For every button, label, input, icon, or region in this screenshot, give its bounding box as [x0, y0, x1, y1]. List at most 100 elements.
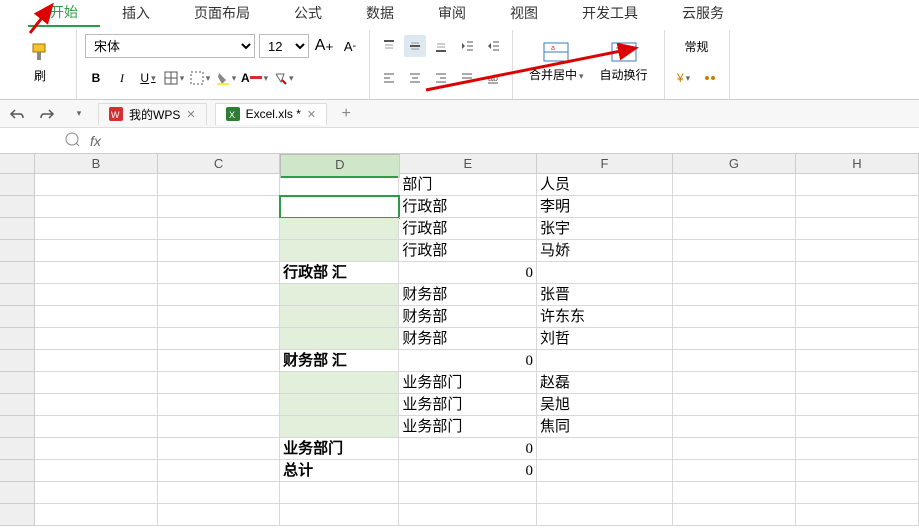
cell[interactable]: 业务部门 — [399, 416, 537, 438]
row-header[interactable] — [0, 416, 35, 438]
cell[interactable] — [673, 416, 796, 438]
cell[interactable]: 业务部门 — [280, 438, 399, 460]
cell[interactable] — [537, 350, 673, 372]
cell[interactable] — [673, 262, 796, 284]
cell[interactable] — [537, 504, 673, 526]
border-button[interactable]: ▾ — [163, 67, 185, 89]
cell[interactable] — [158, 394, 280, 416]
cell[interactable]: 许东东 — [537, 306, 673, 328]
column-header-F[interactable]: F — [537, 154, 673, 173]
cell[interactable] — [399, 482, 537, 504]
cell[interactable] — [280, 240, 399, 262]
menu-tab-0[interactable]: 开始 — [28, 0, 100, 27]
cell[interactable] — [673, 284, 796, 306]
close-icon[interactable]: ✕ — [186, 108, 195, 121]
cell[interactable] — [796, 328, 919, 350]
justify-button[interactable] — [456, 67, 478, 89]
cell[interactable] — [158, 196, 280, 218]
currency-button[interactable]: ¥▾ — [673, 67, 695, 89]
cell[interactable] — [673, 438, 796, 460]
increase-indent-button[interactable] — [482, 35, 504, 57]
cell[interactable] — [796, 218, 919, 240]
column-header-C[interactable]: C — [158, 154, 280, 173]
cell[interactable]: 赵磊 — [537, 372, 673, 394]
cell[interactable]: 刘哲 — [537, 328, 673, 350]
cell[interactable] — [35, 482, 158, 504]
clear-format-button[interactable]: ▾ — [272, 67, 294, 89]
select-all-corner[interactable] — [0, 154, 35, 173]
cell[interactable] — [35, 196, 158, 218]
cell[interactable] — [537, 482, 673, 504]
insert-function-icon[interactable] — [64, 131, 80, 150]
cell[interactable] — [280, 482, 399, 504]
cell[interactable]: 财务部 汇 — [280, 350, 399, 372]
align-left-button[interactable] — [378, 67, 400, 89]
menu-tab-2[interactable]: 页面布局 — [172, 0, 272, 26]
row-header[interactable] — [0, 350, 35, 372]
cell[interactable] — [796, 174, 919, 196]
align-middle-button[interactable] — [404, 35, 426, 57]
cell[interactable] — [796, 284, 919, 306]
row-header[interactable] — [0, 438, 35, 460]
cell[interactable] — [35, 240, 158, 262]
row-header[interactable] — [0, 196, 35, 218]
cell[interactable] — [35, 350, 158, 372]
cell[interactable]: 吴旭 — [537, 394, 673, 416]
cell[interactable] — [280, 174, 399, 196]
cell[interactable] — [673, 196, 796, 218]
italic-button[interactable]: I — [111, 67, 133, 89]
cell[interactable]: 总计 — [280, 460, 399, 482]
cell[interactable]: 财务部 — [399, 328, 537, 350]
cell[interactable] — [158, 306, 280, 328]
row-header[interactable] — [0, 460, 35, 482]
bold-button[interactable]: B — [85, 67, 107, 89]
cell[interactable] — [280, 416, 399, 438]
cell[interactable] — [158, 284, 280, 306]
cell[interactable] — [158, 372, 280, 394]
cell[interactable] — [158, 240, 280, 262]
cell[interactable] — [280, 372, 399, 394]
cell[interactable] — [399, 504, 537, 526]
cell[interactable] — [537, 460, 673, 482]
underline-button[interactable]: U▾ — [137, 67, 159, 89]
cell[interactable] — [158, 482, 280, 504]
row-header[interactable] — [0, 262, 35, 284]
close-icon[interactable]: ✕ — [307, 108, 316, 121]
cell[interactable] — [158, 328, 280, 350]
row-header[interactable] — [0, 284, 35, 306]
cell[interactable] — [158, 416, 280, 438]
cell[interactable] — [673, 218, 796, 240]
cell[interactable] — [280, 196, 399, 218]
formula-input[interactable] — [111, 128, 919, 153]
cell[interactable] — [35, 218, 158, 240]
cell[interactable] — [673, 328, 796, 350]
cell[interactable] — [35, 438, 158, 460]
cell[interactable]: 行政部 — [399, 196, 537, 218]
font-color-button[interactable]: A▾ — [241, 67, 268, 89]
new-tab-button[interactable]: + — [335, 103, 357, 125]
cell[interactable] — [673, 482, 796, 504]
number-format-select[interactable]: 常规 — [673, 35, 721, 57]
cell[interactable] — [280, 504, 399, 526]
cell[interactable] — [673, 372, 796, 394]
cell[interactable]: 业务部门 — [399, 372, 537, 394]
decrease-indent-button[interactable] — [456, 35, 478, 57]
cell[interactable] — [796, 460, 919, 482]
cell[interactable]: 马娇 — [537, 240, 673, 262]
cell[interactable] — [35, 284, 158, 306]
cell[interactable] — [35, 504, 158, 526]
cell[interactable] — [280, 284, 399, 306]
cell[interactable] — [537, 262, 673, 284]
cell[interactable] — [158, 438, 280, 460]
cell[interactable] — [35, 262, 158, 284]
row-header[interactable] — [0, 394, 35, 416]
cell[interactable]: 行政部 — [399, 240, 537, 262]
cell[interactable]: 人员 — [537, 174, 673, 196]
format-painter-button[interactable]: 刷 — [12, 30, 68, 94]
cell[interactable]: 张晋 — [537, 284, 673, 306]
doc-tab-wps[interactable]: W 我的WPS ✕ — [98, 103, 207, 125]
cell[interactable] — [796, 350, 919, 372]
cell[interactable] — [796, 240, 919, 262]
cell[interactable] — [673, 306, 796, 328]
cell[interactable]: 李明 — [537, 196, 673, 218]
